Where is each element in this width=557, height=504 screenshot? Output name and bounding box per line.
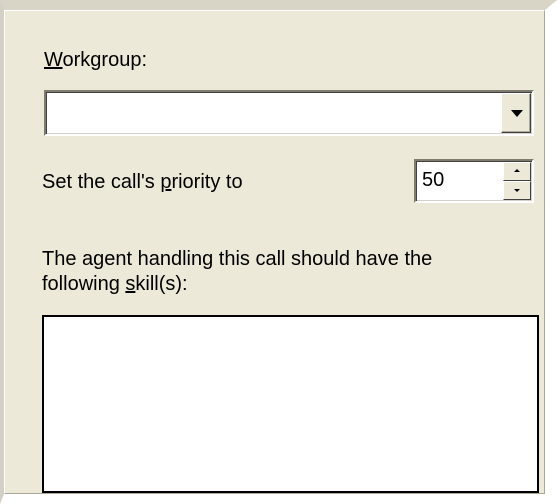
workgroup-label: Workgroup: [44, 48, 147, 72]
skills-label-line1: The agent handling this call should have… [42, 248, 433, 270]
skills-label-line2: following skill(s): [42, 272, 188, 296]
spin-up-icon [514, 169, 520, 172]
workgroup-label-accelerator: W [44, 49, 63, 71]
priority-decrement-button[interactable] [503, 181, 531, 200]
priority-increment-button[interactable] [503, 162, 531, 181]
skills-label-text-after: kill(s): [135, 273, 188, 295]
priority-value[interactable]: 50 [422, 169, 444, 192]
priority-label: Set the call's priority to [42, 170, 243, 194]
routing-options-panel: Workgroup: Set the call's priority to 50… [0, 0, 557, 504]
workgroup-dropdown-button[interactable] [501, 93, 531, 133]
workgroup-label-text: orkgroup: [62, 49, 148, 71]
workgroup-combobox[interactable] [44, 90, 534, 136]
priority-label-text-before: Set the call's [42, 171, 161, 193]
skills-label-accelerator: s [125, 273, 136, 295]
skills-listbox[interactable] [42, 315, 539, 493]
priority-label-accelerator: p [160, 171, 172, 193]
spin-down-icon [514, 189, 520, 192]
chevron-down-icon [511, 110, 523, 117]
skills-label-text-before: following [42, 273, 126, 295]
priority-spinbox[interactable]: 50 [414, 159, 534, 203]
priority-label-text-after: riority to [171, 171, 243, 193]
